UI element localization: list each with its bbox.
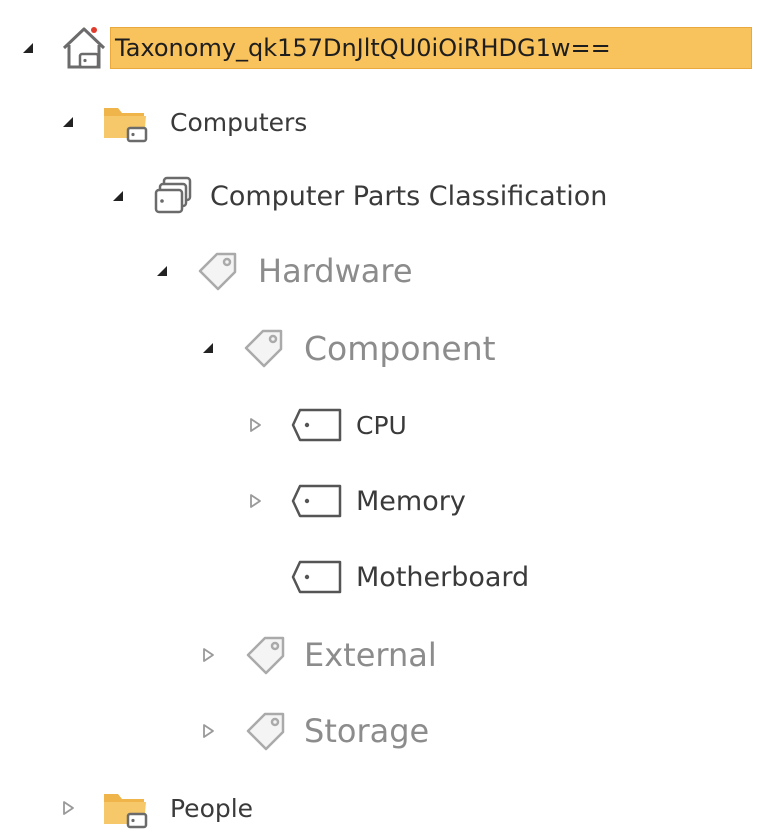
term-set-label[interactable]: Computer Parts Classification <box>210 183 607 210</box>
term-tag-icon <box>194 246 244 296</box>
term-label[interactable]: Storage <box>304 715 429 747</box>
expand-caret-icon[interactable] <box>245 493 265 509</box>
term-label-icon <box>290 480 346 522</box>
tree-node-storage[interactable]: Storage <box>198 706 429 756</box>
collapse-caret-icon[interactable] <box>58 115 78 129</box>
term-tag-icon <box>240 323 290 373</box>
expand-caret-icon[interactable] <box>198 647 218 663</box>
expand-caret-icon[interactable] <box>58 800 78 816</box>
term-store-home-icon <box>58 22 110 74</box>
group-label[interactable]: People <box>170 796 253 821</box>
term-label[interactable]: External <box>304 639 437 671</box>
tree-node-external[interactable]: External <box>198 630 437 680</box>
expand-caret-icon[interactable] <box>245 417 265 433</box>
term-label[interactable]: Motherboard <box>356 564 529 591</box>
term-label-icon <box>290 404 346 446</box>
tree-node-root[interactable]: Taxonomy_qk157DnJltQU0iOiRHDG1w== <box>18 22 752 74</box>
collapse-caret-icon[interactable] <box>198 341 218 355</box>
term-tag-icon <box>242 706 292 756</box>
term-tag-icon <box>242 630 292 680</box>
tree-node-component[interactable]: Component <box>198 323 496 373</box>
tree-node-memory[interactable]: Memory <box>245 480 466 522</box>
folder-group-icon <box>100 96 152 148</box>
root-node-label[interactable]: Taxonomy_qk157DnJltQU0iOiRHDG1w== <box>110 27 752 69</box>
term-label[interactable]: CPU <box>356 413 407 438</box>
term-label[interactable]: Hardware <box>258 255 413 287</box>
collapse-caret-icon[interactable] <box>108 189 128 203</box>
group-label[interactable]: Computers <box>170 110 307 135</box>
tree-node-computers[interactable]: Computers <box>58 96 307 148</box>
collapse-caret-icon[interactable] <box>18 41 38 55</box>
tree-node-people[interactable]: People <box>58 782 253 834</box>
term-set-icon <box>148 170 200 222</box>
expand-caret-icon[interactable] <box>198 723 218 739</box>
tree-node-motherboard[interactable]: Motherboard <box>290 556 529 598</box>
tree-node-hardware[interactable]: Hardware <box>152 246 413 296</box>
folder-group-icon <box>100 782 152 834</box>
term-label[interactable]: Component <box>304 332 496 365</box>
tree-node-term-set[interactable]: Computer Parts Classification <box>108 170 607 222</box>
tree-node-cpu[interactable]: CPU <box>245 404 407 446</box>
term-label[interactable]: Memory <box>356 488 466 515</box>
term-label-icon <box>290 556 346 598</box>
collapse-caret-icon[interactable] <box>152 264 172 278</box>
